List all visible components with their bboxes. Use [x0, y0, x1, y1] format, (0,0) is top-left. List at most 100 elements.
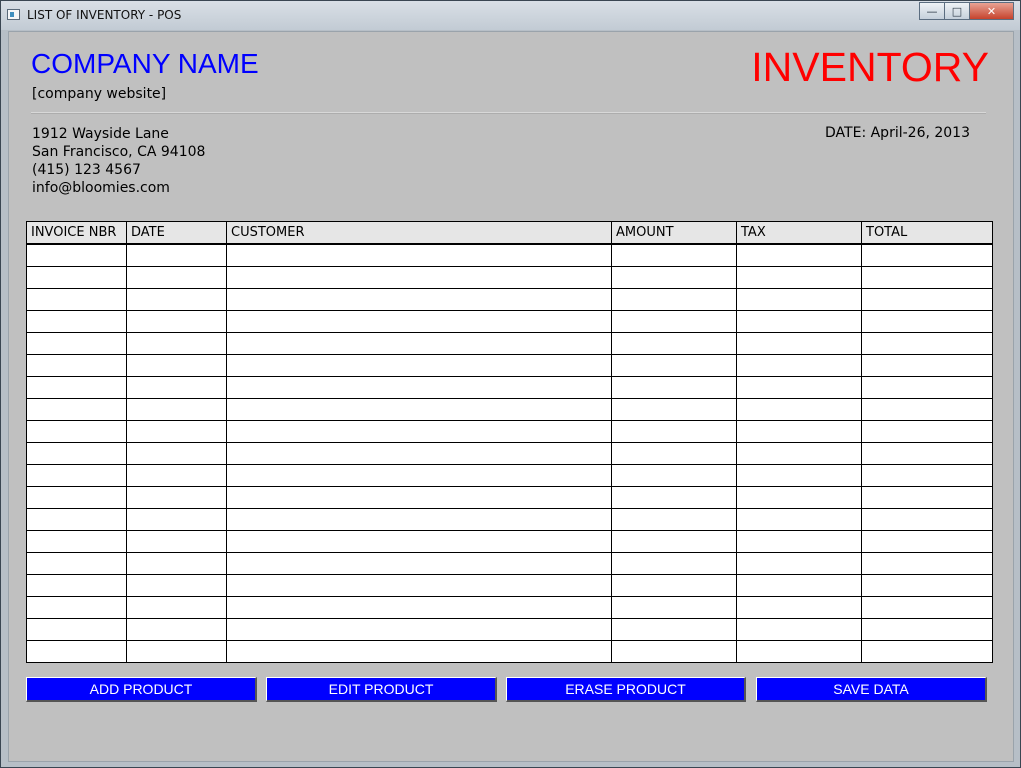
table-cell[interactable]: [861, 552, 993, 575]
table-cell[interactable]: [861, 464, 993, 487]
table-cell[interactable]: [226, 332, 612, 355]
table-cell[interactable]: [611, 288, 737, 311]
table-cell[interactable]: [226, 640, 612, 663]
table-cell[interactable]: [26, 640, 127, 663]
table-cell[interactable]: [861, 596, 993, 619]
table-cell[interactable]: [26, 288, 127, 311]
save-data-button[interactable]: SAVE DATA: [756, 677, 987, 702]
table-cell[interactable]: [126, 243, 227, 267]
table-row[interactable]: [26, 596, 993, 619]
table-cell[interactable]: [226, 266, 612, 289]
table-cell[interactable]: [26, 310, 127, 333]
table-row[interactable]: [26, 574, 993, 597]
table-cell[interactable]: [861, 618, 993, 641]
table-cell[interactable]: [126, 618, 227, 641]
table-cell[interactable]: [611, 442, 737, 465]
table-cell[interactable]: [126, 442, 227, 465]
table-cell[interactable]: [736, 398, 862, 421]
table-cell[interactable]: [611, 266, 737, 289]
table-cell[interactable]: [126, 420, 227, 443]
table-cell[interactable]: [861, 640, 993, 663]
table-cell[interactable]: [736, 596, 862, 619]
table-cell[interactable]: [736, 332, 862, 355]
table-cell[interactable]: [611, 398, 737, 421]
minimize-button[interactable]: —: [919, 2, 945, 20]
table-cell[interactable]: [736, 508, 862, 531]
table-cell[interactable]: [611, 640, 737, 663]
table-cell[interactable]: [26, 442, 127, 465]
table-cell[interactable]: [736, 354, 862, 377]
table-cell[interactable]: [736, 376, 862, 399]
table-row[interactable]: [26, 332, 993, 355]
table-cell[interactable]: [611, 618, 737, 641]
table-cell[interactable]: [26, 243, 127, 267]
edit-product-button[interactable]: EDIT PRODUCT: [266, 677, 497, 702]
table-cell[interactable]: [26, 420, 127, 443]
table-row[interactable]: [26, 354, 993, 377]
table-cell[interactable]: [861, 442, 993, 465]
table-cell[interactable]: [26, 574, 127, 597]
table-cell[interactable]: [226, 310, 612, 333]
table-cell[interactable]: [226, 618, 612, 641]
table-cell[interactable]: [861, 508, 993, 531]
table-cell[interactable]: [736, 640, 862, 663]
table-cell[interactable]: [226, 574, 612, 597]
column-header-date[interactable]: DATE: [126, 221, 227, 245]
column-header-tax[interactable]: TAX: [736, 221, 862, 245]
table-cell[interactable]: [126, 508, 227, 531]
table-cell[interactable]: [861, 332, 993, 355]
table-cell[interactable]: [126, 596, 227, 619]
table-cell[interactable]: [126, 640, 227, 663]
table-cell[interactable]: [736, 442, 862, 465]
table-cell[interactable]: [611, 420, 737, 443]
table-cell[interactable]: [226, 288, 612, 311]
table-cell[interactable]: [226, 420, 612, 443]
column-header-amount[interactable]: AMOUNT: [611, 221, 737, 245]
maximize-button[interactable]: □: [944, 2, 970, 20]
table-cell[interactable]: [736, 530, 862, 553]
table-cell[interactable]: [611, 508, 737, 531]
table-cell[interactable]: [861, 530, 993, 553]
table-cell[interactable]: [226, 508, 612, 531]
table-row[interactable]: [26, 640, 993, 663]
table-row[interactable]: [26, 552, 993, 575]
table-cell[interactable]: [126, 552, 227, 575]
table-cell[interactable]: [26, 354, 127, 377]
table-cell[interactable]: [861, 420, 993, 443]
table-row[interactable]: [26, 243, 993, 267]
table-cell[interactable]: [126, 486, 227, 509]
table-row[interactable]: [26, 310, 993, 333]
table-row[interactable]: [26, 266, 993, 289]
table-cell[interactable]: [611, 332, 737, 355]
table-cell[interactable]: [861, 354, 993, 377]
table-cell[interactable]: [611, 310, 737, 333]
table-cell[interactable]: [226, 486, 612, 509]
table-cell[interactable]: [226, 464, 612, 487]
table-cell[interactable]: [26, 486, 127, 509]
table-cell[interactable]: [736, 486, 862, 509]
table-cell[interactable]: [126, 376, 227, 399]
table-cell[interactable]: [226, 552, 612, 575]
table-cell[interactable]: [611, 464, 737, 487]
table-cell[interactable]: [126, 354, 227, 377]
table-cell[interactable]: [26, 332, 127, 355]
table-cell[interactable]: [611, 552, 737, 575]
table-cell[interactable]: [736, 574, 862, 597]
table-cell[interactable]: [226, 354, 612, 377]
table-cell[interactable]: [26, 266, 127, 289]
table-cell[interactable]: [861, 310, 993, 333]
table-cell[interactable]: [861, 376, 993, 399]
table-cell[interactable]: [26, 398, 127, 421]
table-cell[interactable]: [611, 354, 737, 377]
table-cell[interactable]: [861, 398, 993, 421]
table-row[interactable]: [26, 398, 993, 421]
table-cell[interactable]: [611, 486, 737, 509]
erase-product-button[interactable]: ERASE PRODUCT: [506, 677, 746, 702]
add-product-button[interactable]: ADD PRODUCT: [26, 677, 257, 702]
table-cell[interactable]: [26, 596, 127, 619]
table-cell[interactable]: [736, 420, 862, 443]
table-cell[interactable]: [126, 288, 227, 311]
table-cell[interactable]: [26, 530, 127, 553]
table-cell[interactable]: [226, 398, 612, 421]
table-cell[interactable]: [736, 552, 862, 575]
